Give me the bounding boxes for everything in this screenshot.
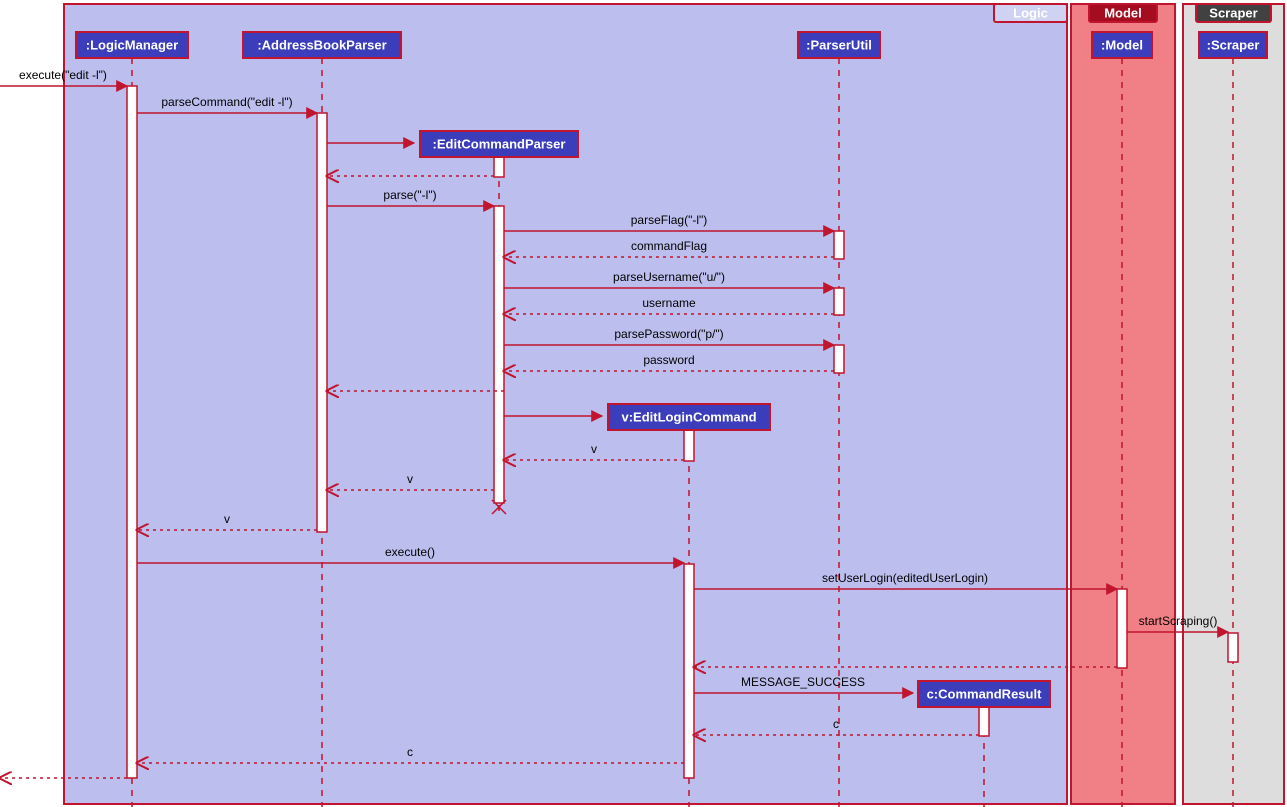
message-label: v — [224, 512, 230, 526]
message-label: commandFlag — [631, 239, 707, 253]
frame-model: Model — [1071, 4, 1175, 804]
message-label: c — [833, 717, 839, 731]
participant-box: v:EditLoginCommand — [608, 404, 770, 430]
participant-box: :EditCommandParser — [420, 131, 578, 157]
message-label: v — [591, 442, 597, 456]
frame-label: Scraper — [1209, 5, 1257, 20]
participant-box: c:CommandResult — [918, 681, 1050, 707]
participant-box: :LogicManager — [76, 32, 188, 58]
activation — [834, 345, 844, 373]
message-label: startScraping() — [1139, 614, 1218, 628]
participant-box: :AddressBookParser — [243, 32, 401, 58]
participant-box: :Scraper — [1199, 32, 1267, 58]
message-label: execute("edit -l") — [19, 68, 107, 82]
message-label: parseCommand("edit -l") — [161, 95, 292, 109]
message-label: password — [643, 353, 694, 367]
participant-label: :ParserUtil — [806, 37, 872, 52]
activation — [834, 231, 844, 259]
activation — [317, 113, 327, 532]
message-label: setUserLogin(editedUserLogin) — [822, 571, 988, 585]
participant-label: c:CommandResult — [927, 686, 1043, 701]
activation — [1228, 633, 1238, 662]
message-label: MESSAGE_SUCCESS — [741, 675, 865, 689]
message-label: c — [407, 745, 413, 759]
message-label: execute() — [385, 545, 435, 559]
participant-label: :LogicManager — [86, 37, 178, 52]
activation — [1117, 589, 1127, 668]
participant-label: :EditCommandParser — [433, 136, 566, 151]
frame-label: Logic — [1013, 5, 1048, 20]
frame-label: Model — [1104, 5, 1142, 20]
message-label: parseFlag("-l") — [631, 213, 708, 227]
participant-label: :AddressBookParser — [257, 37, 386, 52]
participant-label: v:EditLoginCommand — [621, 409, 756, 424]
message-label: v — [407, 472, 413, 486]
message-label: parsePassword("p/") — [614, 327, 723, 341]
activation — [834, 288, 844, 315]
message-label: username — [642, 296, 696, 310]
sequence-diagram: Logic Model Scraper :LogicManager :AddressBo… — [0, 0, 1287, 807]
participant-box: :ParserUtil — [798, 32, 880, 58]
activation — [127, 86, 137, 778]
participant-label: :Scraper — [1207, 37, 1260, 52]
message-label: parseUsername("u/") — [613, 270, 725, 284]
activation — [684, 564, 694, 778]
frame-logic: Logic — [64, 4, 1067, 804]
participant-label: :Model — [1101, 37, 1143, 52]
participant-box: :Model — [1092, 32, 1152, 58]
message-label: parse("-l") — [383, 188, 436, 202]
activation — [494, 206, 504, 503]
